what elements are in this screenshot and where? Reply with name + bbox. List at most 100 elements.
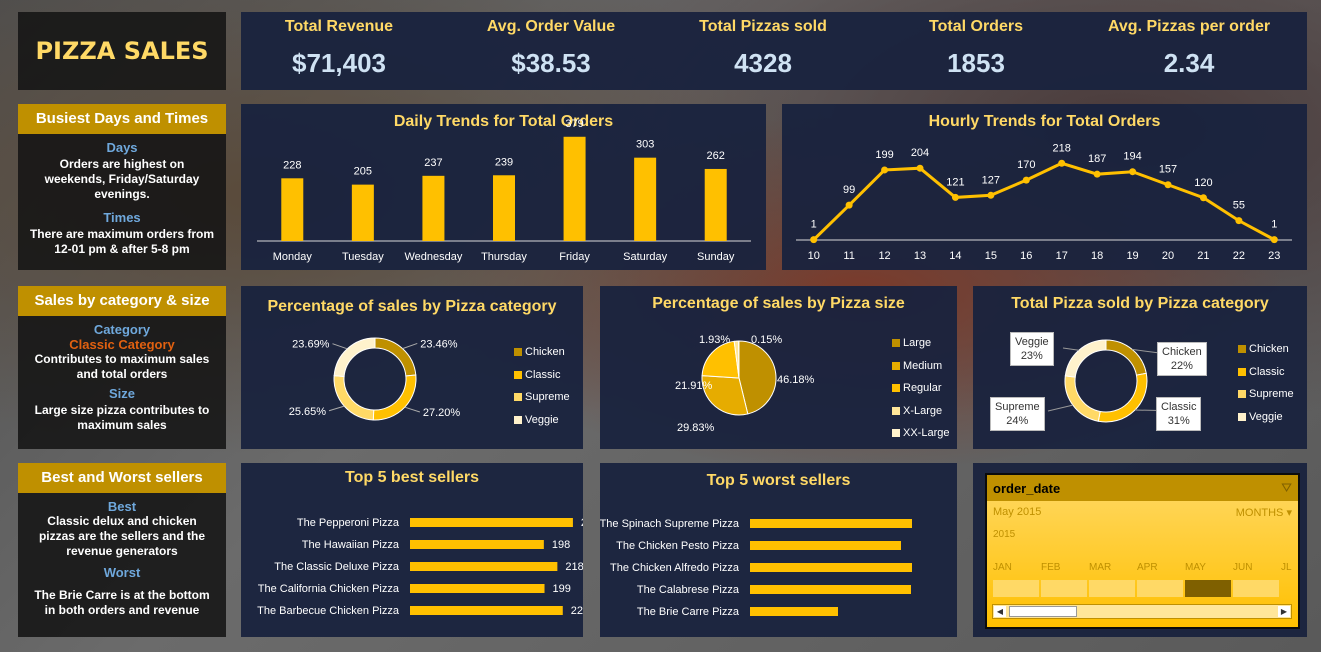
- page-title: PIZZA SALES: [35, 37, 209, 65]
- data-label: 99: [843, 184, 855, 196]
- size-text: Large size pizza contributes to maximum …: [34, 403, 210, 432]
- month-tile[interactable]: [1041, 580, 1087, 597]
- data-label: 187: [1088, 153, 1106, 165]
- tick-label: The Chicken Alfredo Pizza: [610, 562, 740, 574]
- data-label: 1: [811, 219, 817, 231]
- best-heading: Best: [107, 499, 137, 514]
- category-panel: Sales by category & size Category Classi…: [18, 286, 226, 449]
- data-label: 218: [565, 561, 583, 573]
- data-label: 127: [982, 174, 1000, 186]
- month-tile[interactable]: [993, 580, 1039, 597]
- kpi-value: 4328: [734, 48, 792, 78]
- legend-item: Chicken: [514, 341, 570, 364]
- data-point: [951, 193, 959, 201]
- data-label: 1: [1271, 219, 1277, 231]
- scroll-right-icon[interactable]: ▶: [1278, 606, 1290, 617]
- tick-label: The Pepperoni Pizza: [297, 517, 400, 529]
- times-text: There are maximum orders from 12-01 pm &…: [29, 227, 215, 256]
- days-text: Orders are highest on weekends, Friday/S…: [44, 157, 200, 201]
- worst-text: The Brie Carre is at the bottom in both …: [34, 588, 210, 617]
- size-sales-panel: Percentage of sales by Pizza size 46.18%…: [600, 286, 957, 449]
- data-point: [845, 201, 853, 209]
- scroll-left-icon[interactable]: ◀: [994, 606, 1006, 617]
- bar: [410, 540, 544, 549]
- callout-classic: Classic 31%: [1156, 397, 1202, 431]
- callout-chicken: Chicken 22%: [1157, 342, 1207, 376]
- times-heading: Times: [103, 210, 141, 225]
- timeline-scrollbar[interactable]: ◀ ▶: [992, 604, 1292, 619]
- busiest-panel: Busiest Days and Times Days Orders are h…: [18, 104, 226, 270]
- kpi-label: Total Revenue: [284, 18, 394, 35]
- daily-trends-chart: 228 Monday 205 Tuesday 237 Wednesday 239 Thursd…: [257, 118, 751, 263]
- bar: [750, 519, 912, 528]
- best-worst-panel: Best and Worst sellers Best Classic delu…: [18, 463, 226, 637]
- bar: [410, 562, 558, 571]
- bar: [422, 175, 445, 241]
- callout-veggie: Veggie 23%: [1010, 332, 1054, 366]
- kpi-label: Avg. Pizzas per order: [1107, 18, 1271, 35]
- data-label: 157: [1159, 164, 1177, 176]
- tick-label: 21: [1197, 250, 1209, 262]
- data-label: 27.20%: [423, 407, 461, 419]
- tick-label: Sunday: [697, 251, 735, 263]
- legend-item: X-Large: [892, 400, 949, 423]
- worst-sellers-panel: Top 5 worst sellers The Spinach Supreme …: [600, 463, 957, 637]
- category-subheading: Classic Category: [69, 337, 175, 352]
- bar: [704, 168, 727, 241]
- category-heading: Category: [93, 322, 151, 337]
- tick-label: 12: [878, 250, 890, 262]
- tick-label: 11: [843, 250, 854, 262]
- tick-label: 16: [1020, 250, 1032, 262]
- data-label: 239: [495, 156, 513, 168]
- clear-filter-icon[interactable]: ⛛: [1281, 480, 1292, 496]
- slicer-title: order_date: [993, 480, 1061, 496]
- data-point: [1129, 168, 1137, 176]
- legend-item: Chicken: [1238, 338, 1294, 361]
- legend-swatch: [892, 429, 900, 438]
- best-sellers-panel: Top 5 best sellers The Pepperoni Pizza24…: [241, 463, 583, 637]
- data-label: 199: [553, 583, 571, 595]
- legend-item: Large: [892, 332, 949, 355]
- bar: [410, 606, 563, 615]
- legend-item: Regular: [892, 377, 949, 400]
- legend-item: Veggie: [1238, 406, 1294, 429]
- kpi-label: Total Pizzas sold: [699, 18, 827, 35]
- days-heading: Days: [106, 140, 138, 155]
- month-tile[interactable]: [1137, 580, 1183, 597]
- month-label: JL: [1281, 562, 1292, 573]
- data-point: [881, 166, 889, 174]
- level-dropdown[interactable]: MONTHS ▾: [1236, 506, 1292, 519]
- data-point: [1199, 194, 1207, 202]
- leader-line: [404, 406, 421, 413]
- tick-label: 15: [985, 250, 997, 262]
- month-tile[interactable]: [1089, 580, 1135, 597]
- kpi-label: Total Orders: [929, 18, 1023, 35]
- pie-slice: [374, 337, 417, 377]
- tick-label: 18: [1091, 250, 1103, 262]
- legend-swatch: [1238, 412, 1246, 421]
- data-label: 121: [946, 176, 964, 188]
- tick-label: Thursday: [481, 251, 527, 263]
- leader-line: [328, 405, 345, 412]
- tick-label: Saturday: [623, 251, 668, 263]
- hourly-trends-panel: Hourly Trends for Total Orders 1 10 99 11 19…: [782, 104, 1307, 270]
- data-point: [1058, 159, 1066, 167]
- scroll-thumb[interactable]: [1009, 606, 1077, 617]
- data-label: 170: [1017, 159, 1035, 171]
- data-label: 262: [707, 150, 725, 162]
- legend: Chicken Classic Supreme Veggie: [1238, 338, 1294, 428]
- daily-trends-panel: Daily Trends for Total Orders 228 Monday 2…: [241, 104, 766, 270]
- data-label: 241: [581, 517, 583, 529]
- legend-item: Medium: [892, 355, 949, 378]
- worst-heading: Worst: [103, 565, 141, 580]
- data-label: 25.65%: [289, 406, 327, 418]
- date-slicer[interactable]: order_date ⛛ May 2015 MONTHS ▾ 2015 JAN F…: [985, 473, 1300, 629]
- slicer-year: 2015: [993, 529, 1016, 540]
- category-text: Contributes to maximum sales and total o…: [34, 352, 210, 381]
- month-tile[interactable]: [1233, 580, 1279, 597]
- pie-slice: [333, 375, 375, 421]
- month-tile[interactable]: [1185, 580, 1231, 597]
- legend-swatch: [892, 406, 900, 415]
- tick-label: 13: [914, 250, 926, 262]
- legend-swatch: [892, 361, 900, 370]
